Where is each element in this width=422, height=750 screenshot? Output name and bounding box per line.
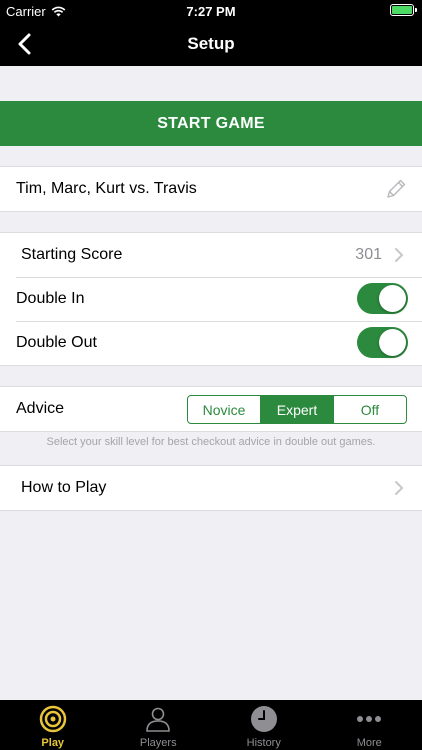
settings-section: Starting Score 301 Double In Double Out <box>0 232 422 366</box>
toggle-knob <box>379 285 406 312</box>
more-icon <box>354 704 384 734</box>
advice-row: Advice Novice Expert Off <box>0 387 422 431</box>
status-right <box>390 4 417 16</box>
chevron-right-icon <box>395 248 403 262</box>
start-game-button[interactable]: START GAME <box>0 101 422 146</box>
target-icon <box>38 704 68 734</box>
advice-section: Advice Novice Expert Off <box>0 386 422 432</box>
person-icon <box>143 704 173 734</box>
double-in-row: Double In <box>0 277 422 321</box>
advice-option-expert[interactable]: Expert <box>260 396 333 423</box>
starting-score-value: 301 <box>355 246 382 263</box>
battery-icon <box>390 4 417 16</box>
advice-segmented-control: Novice Expert Off <box>187 395 407 424</box>
advice-option-off[interactable]: Off <box>333 396 406 423</box>
double-out-toggle[interactable] <box>357 327 408 358</box>
tab-label: Play <box>41 737 65 749</box>
double-in-label: Double In <box>16 290 85 307</box>
tab-history[interactable]: History <box>211 700 317 750</box>
starting-score-label: Starting Score <box>21 246 123 263</box>
advice-option-novice[interactable]: Novice <box>188 396 260 423</box>
navigation-bar: Setup <box>0 22 422 66</box>
pencil-icon[interactable] <box>384 177 408 201</box>
tab-label: History <box>246 737 281 749</box>
double-out-row: Double Out <box>0 321 422 365</box>
clock-icon <box>249 704 279 734</box>
players-section: Tim, Marc, Kurt vs. Travis <box>0 166 422 212</box>
status-time: 7:27 PM <box>186 4 236 19</box>
help-section: How to Play <box>0 465 422 511</box>
how-to-play-label: How to Play <box>21 479 107 496</box>
chevron-right-icon <box>395 481 403 495</box>
players-row[interactable]: Tim, Marc, Kurt vs. Travis <box>0 167 422 211</box>
tab-play[interactable]: Play <box>0 700 106 750</box>
tab-players[interactable]: Players <box>106 700 212 750</box>
tab-more[interactable]: More <box>317 700 422 750</box>
tab-bar: Play Players History More <box>0 700 422 750</box>
page-title: Setup <box>187 34 235 53</box>
how-to-play-row[interactable]: How to Play <box>0 466 422 510</box>
status-bar: Carrier 7:27 PM <box>0 0 422 22</box>
double-in-toggle[interactable] <box>357 283 408 314</box>
double-out-label: Double Out <box>16 334 97 351</box>
tab-label: Players <box>139 737 177 749</box>
players-label: Tim, Marc, Kurt vs. Travis <box>16 180 197 197</box>
advice-label: Advice <box>16 400 65 417</box>
starting-score-row[interactable]: Starting Score 301 <box>0 233 422 277</box>
toggle-knob <box>379 329 406 356</box>
tab-label: More <box>356 737 382 749</box>
advice-hint: Select your skill level for best checkou… <box>46 436 376 448</box>
